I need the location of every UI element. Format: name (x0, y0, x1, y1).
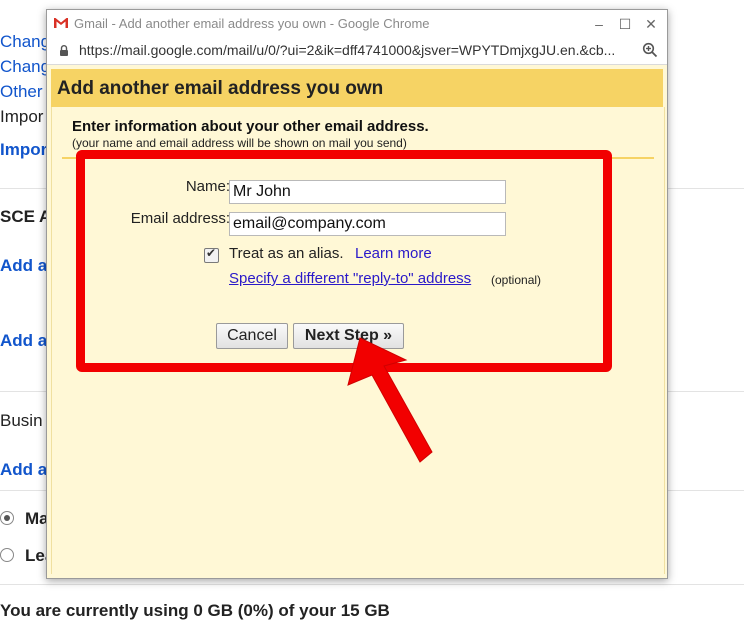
add-account-link[interactable]: Add a (0, 460, 47, 480)
radio-button[interactable] (0, 511, 14, 525)
zoom-icon[interactable] (642, 42, 658, 58)
settings-text: Impor (0, 107, 44, 126)
settings-link[interactable]: Chang (0, 57, 50, 77)
close-icon[interactable]: ✕ (641, 14, 661, 34)
settings-section-label: Busin (0, 411, 43, 430)
intro-subtitle: (your name and email address will be sho… (72, 136, 407, 150)
gmail-icon (53, 17, 69, 29)
lock-icon (60, 45, 68, 56)
maximize-icon[interactable]: ☐ (615, 14, 635, 34)
settings-link[interactable]: Other (0, 82, 43, 102)
dialog-title: Add another email address you own (57, 78, 384, 99)
settings-link[interactable]: Chang (0, 32, 50, 52)
address-bar[interactable]: https://mail.google.com/mail/u/0/?ui=2&i… (47, 38, 667, 65)
intro-text: Enter information about your other email… (72, 118, 429, 135)
pointer-arrow-icon (347, 337, 433, 463)
add-account-link[interactable]: Add a (0, 331, 47, 351)
url-text[interactable]: https://mail.google.com/mail/u/0/?ui=2&i… (79, 42, 615, 58)
settings-link[interactable]: Impor (0, 140, 47, 160)
dialog-header: Add another email address you own (51, 69, 663, 108)
radio-button[interactable] (0, 548, 14, 562)
settings-section-label: SCE A (0, 207, 52, 226)
add-account-link[interactable]: Add a (0, 256, 47, 276)
divider (0, 584, 744, 585)
storage-usage-text: You are currently using 0 GB (0%) of you… (0, 601, 390, 620)
minimize-icon-spacer (588, 15, 610, 35)
window-title: Gmail - Add another email address you ow… (74, 16, 430, 31)
window-titlebar: Gmail - Add another email address you ow… (47, 10, 667, 38)
